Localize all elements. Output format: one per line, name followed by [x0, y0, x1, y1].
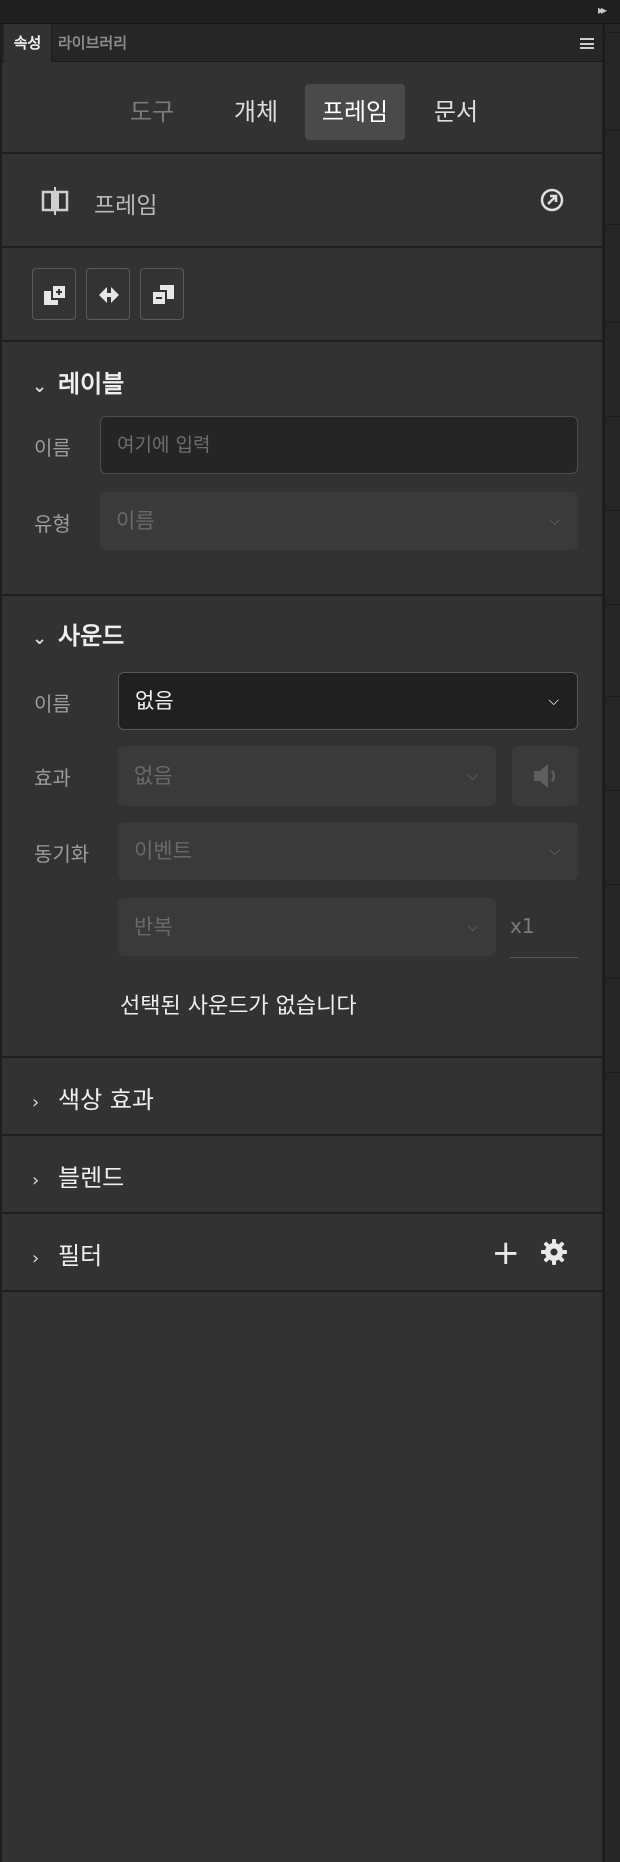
sound-sync-label: 동기화 — [34, 842, 90, 866]
color-effect-header[interactable]: › 색상 효과 — [32, 1080, 154, 1115]
bring-forward-icon — [44, 284, 67, 305]
sound-effect-value: 없음 — [134, 764, 173, 788]
sound-sync-value: 이벤트 — [134, 839, 192, 863]
sound-name-value: 없음 — [135, 689, 174, 713]
sound-section: ⌄ 사운드 이름 없음 ⌵ 효과 없음 ⌵ 동기화 이벤트 ⌵ 반복 ⌵ x1 선… — [2, 596, 602, 1058]
label-name-input[interactable]: 여기에 입력 — [100, 416, 578, 474]
blend-section: › 블렌드 — [2, 1136, 602, 1214]
chevron-down-icon: ⌄ — [32, 628, 48, 649]
tab-tool[interactable]: 도구 — [112, 84, 192, 140]
bring-forward-button[interactable] — [32, 268, 76, 320]
sound-name-select[interactable]: 없음 ⌵ — [118, 672, 578, 730]
sound-repeat-select[interactable]: 반복 ⌵ — [118, 898, 496, 956]
repeat-count-field[interactable]: x1 — [510, 898, 578, 958]
sound-repeat-value: 반복 — [134, 915, 173, 939]
chevron-down-icon: ⌵ — [548, 693, 559, 709]
goto-arrow-circle-icon[interactable] — [540, 188, 564, 212]
sound-effect-select[interactable]: 없음 ⌵ — [118, 746, 496, 806]
chevron-right-icon: › — [32, 1248, 40, 1269]
property-mode-tabs: 도구 개체 프레임 문서 — [2, 62, 602, 154]
frame-icon — [41, 187, 69, 215]
label-section-title: 레이블 — [58, 370, 125, 398]
add-filter-icon[interactable]: + — [492, 1236, 521, 1270]
color-effect-title: 색상 효과 — [58, 1086, 154, 1114]
label-type-label: 유형 — [34, 512, 71, 536]
frame-title: 프레임 — [94, 193, 158, 219]
tab-properties[interactable]: 속성 — [4, 24, 52, 62]
frame-order-buttons — [2, 248, 602, 342]
sound-name-label: 이름 — [34, 692, 71, 716]
chevron-down-icon: ⌵ — [549, 513, 560, 529]
send-backward-button[interactable] — [140, 268, 184, 320]
swap-icon — [99, 287, 119, 303]
tab-frame[interactable]: 프레임 — [305, 84, 405, 140]
tab-document[interactable]: 문서 — [416, 84, 496, 140]
panel-tab-bar: 속성 라이브러리 — [2, 24, 602, 62]
sound-status-text: 선택된 사운드가 없습니다 — [120, 994, 357, 1019]
filter-section: › 필터 + — [2, 1214, 602, 1292]
label-type-value: 이름 — [116, 509, 155, 533]
label-name-label: 이름 — [34, 436, 71, 460]
frame-header-section: 프레임 — [2, 154, 602, 248]
sound-section-title: 사운드 — [58, 622, 125, 650]
sound-section-header[interactable]: ⌄ 사운드 — [32, 616, 124, 651]
speaker-icon — [534, 764, 556, 788]
chevron-down-icon: ⌵ — [467, 919, 478, 935]
label-section-header[interactable]: ⌄ 레이블 — [32, 364, 124, 399]
chevron-down-icon: ⌵ — [549, 843, 560, 859]
gear-icon[interactable] — [540, 1238, 568, 1266]
chevron-down-icon: ⌄ — [32, 376, 48, 397]
blend-header[interactable]: › 블렌드 — [32, 1158, 124, 1193]
panel-top-strip: ▸▸ — [0, 0, 620, 24]
properties-panel: 속성 라이브러리 도구 개체 프레임 문서 프레임 ⌄ 레이블 이름 여기에 입… — [0, 24, 604, 1862]
blend-title: 블렌드 — [58, 1164, 125, 1192]
edit-sound-button[interactable] — [512, 746, 578, 806]
tab-library[interactable]: 라이브러리 — [58, 24, 127, 62]
sound-effect-label: 효과 — [34, 766, 71, 790]
swap-button[interactable] — [86, 268, 130, 320]
label-section: ⌄ 레이블 이름 여기에 입력 유형 이름 ⌵ — [2, 342, 602, 596]
adjacent-panel-edge — [604, 24, 620, 1862]
filter-title: 필터 — [58, 1242, 103, 1270]
chevron-right-icon: › — [32, 1092, 40, 1113]
color-effect-section: › 색상 효과 — [2, 1058, 602, 1136]
send-backward-icon — [151, 285, 174, 306]
filter-header[interactable]: › 필터 — [32, 1236, 102, 1271]
sound-sync-select[interactable]: 이벤트 ⌵ — [118, 822, 578, 880]
chevron-right-icon: › — [32, 1170, 40, 1191]
tab-object[interactable]: 개체 — [216, 84, 296, 140]
chevron-down-icon: ⌵ — [467, 768, 478, 784]
panel-menu-icon[interactable] — [580, 38, 594, 49]
label-type-select[interactable]: 이름 ⌵ — [100, 492, 578, 550]
collapse-panel-icon[interactable]: ▸▸ — [598, 3, 607, 17]
